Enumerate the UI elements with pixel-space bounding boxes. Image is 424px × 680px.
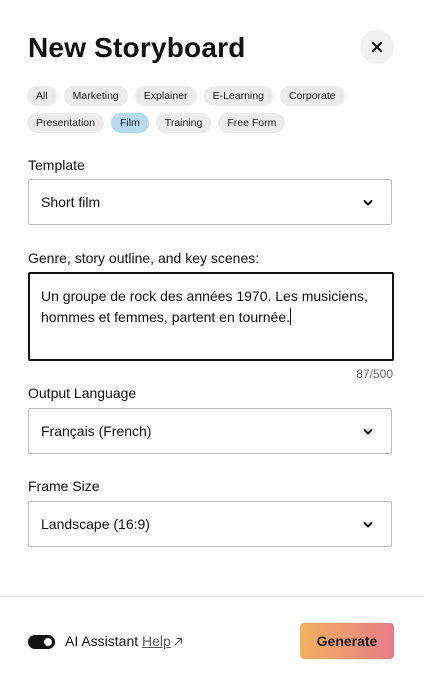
frame-size-select[interactable]: Landscape (16:9) [28,501,392,547]
category-filter: All Marketing Explainer E-Learning Corpo… [27,86,367,140]
ai-assistant-toggle[interactable] [28,635,55,649]
chip-training[interactable]: Training [155,113,212,133]
generate-button[interactable]: Generate [300,623,394,659]
text-cursor [290,308,292,325]
help-link[interactable]: Help [142,633,183,649]
frame-size-value: Landscape (16:9) [41,516,150,532]
external-link-icon [174,637,182,645]
template-select[interactable]: Short film [28,179,392,225]
outline-textarea[interactable]: Un groupe de rock des années 1970. Les m… [28,272,394,361]
chip-e-learning[interactable]: E-Learning [203,86,273,106]
chevron-down-icon [363,200,373,206]
page-title: New Storyboard [28,32,246,63]
template-label: Template [28,157,85,173]
frame-size-label: Frame Size [28,478,100,494]
ai-assistant-label: AI Assistant [65,633,139,649]
language-value: Français (French) [41,423,152,439]
chip-film[interactable]: Film [110,113,149,133]
language-label: Output Language [28,385,137,401]
chip-all[interactable]: All [27,86,57,106]
category-row: Presentation Film Training Free Form [27,113,367,133]
chip-presentation[interactable]: Presentation [27,113,104,133]
chip-explainer[interactable]: Explainer [134,86,197,106]
outline-text: Un groupe de rock des années 1970. Les m… [41,288,368,325]
chip-free-form[interactable]: Free Form [218,113,286,133]
close-icon [372,42,382,52]
category-row: All Marketing Explainer E-Learning Corpo… [27,86,367,106]
chevron-down-icon [363,429,373,435]
toggle-knob [44,638,52,646]
help-label: Help [142,633,171,649]
header: New Storyboard [28,30,394,66]
chip-marketing[interactable]: Marketing [63,86,128,106]
character-counter: 87/500 [356,367,393,381]
chevron-down-icon [363,522,373,528]
outline-label: Genre, story outline, and key scenes: [28,250,260,266]
footer-divider [0,596,424,597]
language-select[interactable]: Français (French) [28,408,392,454]
chip-corporate[interactable]: Corporate [279,86,345,106]
template-value: Short film [41,194,101,210]
close-button[interactable] [360,30,394,64]
